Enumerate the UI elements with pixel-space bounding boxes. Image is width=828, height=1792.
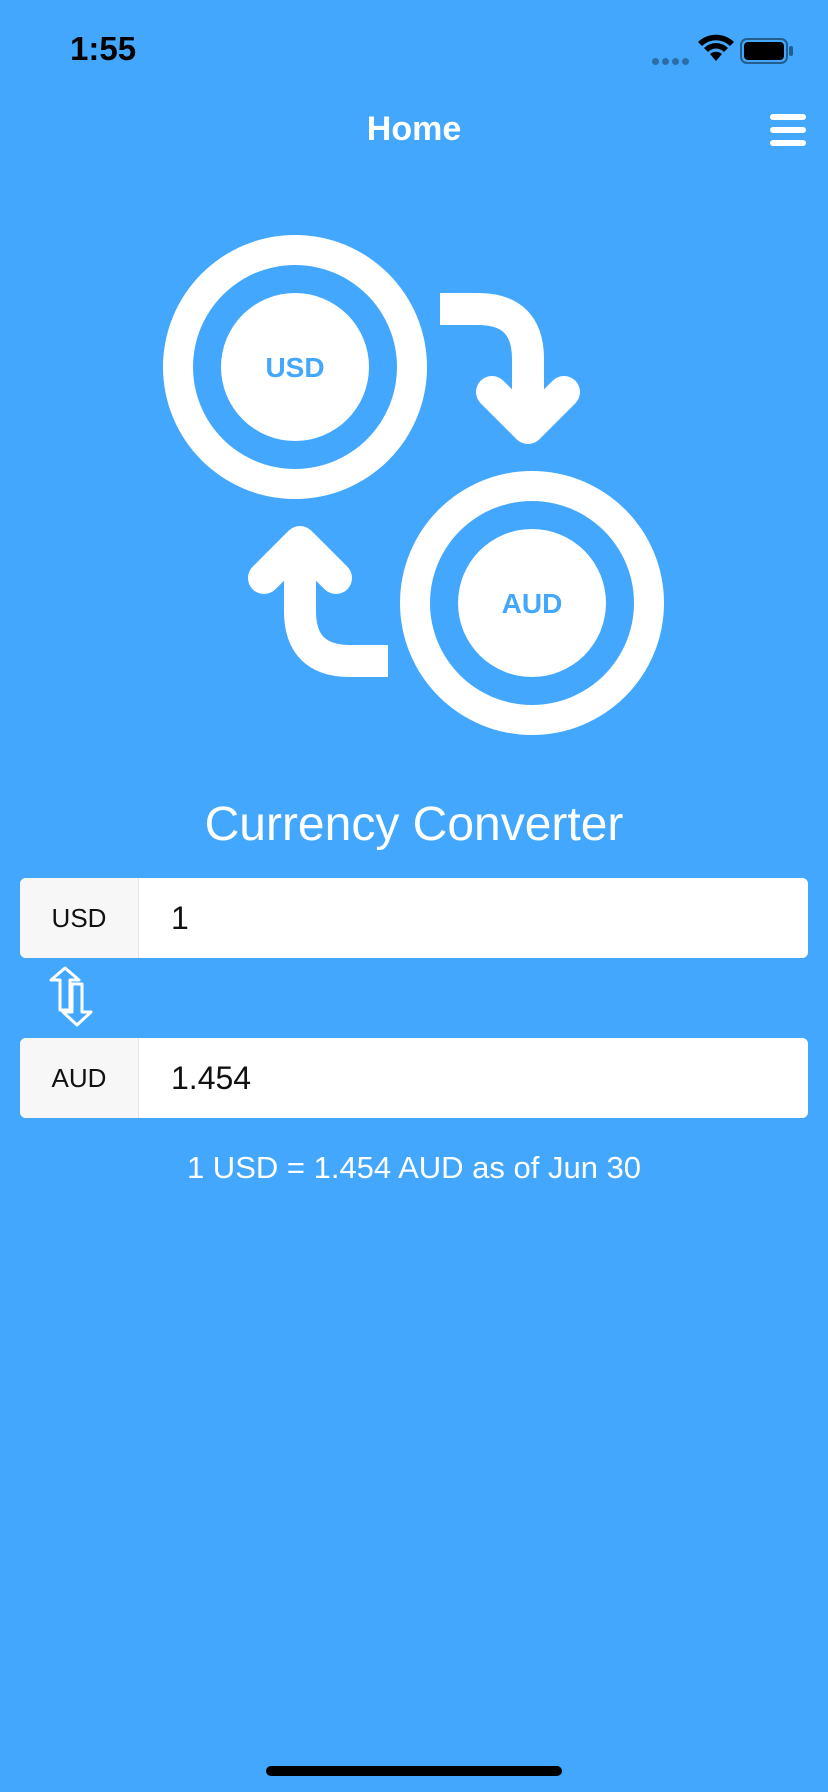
from-currency-row: USD <box>20 878 808 958</box>
aud-circle-label: AUD <box>502 588 563 619</box>
menu-icon[interactable] <box>770 114 806 148</box>
currency-exchange-graphic: USD AUD <box>163 235 664 735</box>
converter-title: Currency Converter <box>204 798 624 851</box>
wifi-icon <box>698 34 734 61</box>
status-time: 1:55 <box>70 30 137 67</box>
arrow-down-right-icon <box>440 293 580 444</box>
to-amount-input[interactable] <box>139 1038 808 1118</box>
arrow-up-left-icon <box>248 526 388 677</box>
usd-circle-label: USD <box>265 352 324 383</box>
cellular-signal-icon <box>652 52 692 70</box>
battery-icon <box>740 38 793 64</box>
page-title: Home <box>366 110 462 148</box>
status-bar: 1:55 <box>0 0 828 100</box>
to-currency-selector[interactable]: AUD <box>20 1038 139 1118</box>
home-indicator[interactable] <box>266 1766 562 1776</box>
to-currency-row: AUD <box>20 1038 808 1118</box>
exchange-rate-text: 1 USD = 1.454 AUD as of Jun 30 <box>186 1150 642 1185</box>
from-amount-input[interactable] <box>139 878 808 958</box>
navigation-bar: Home <box>0 100 828 164</box>
from-currency-selector[interactable]: USD <box>20 878 139 958</box>
swap-icon[interactable] <box>44 966 96 1028</box>
